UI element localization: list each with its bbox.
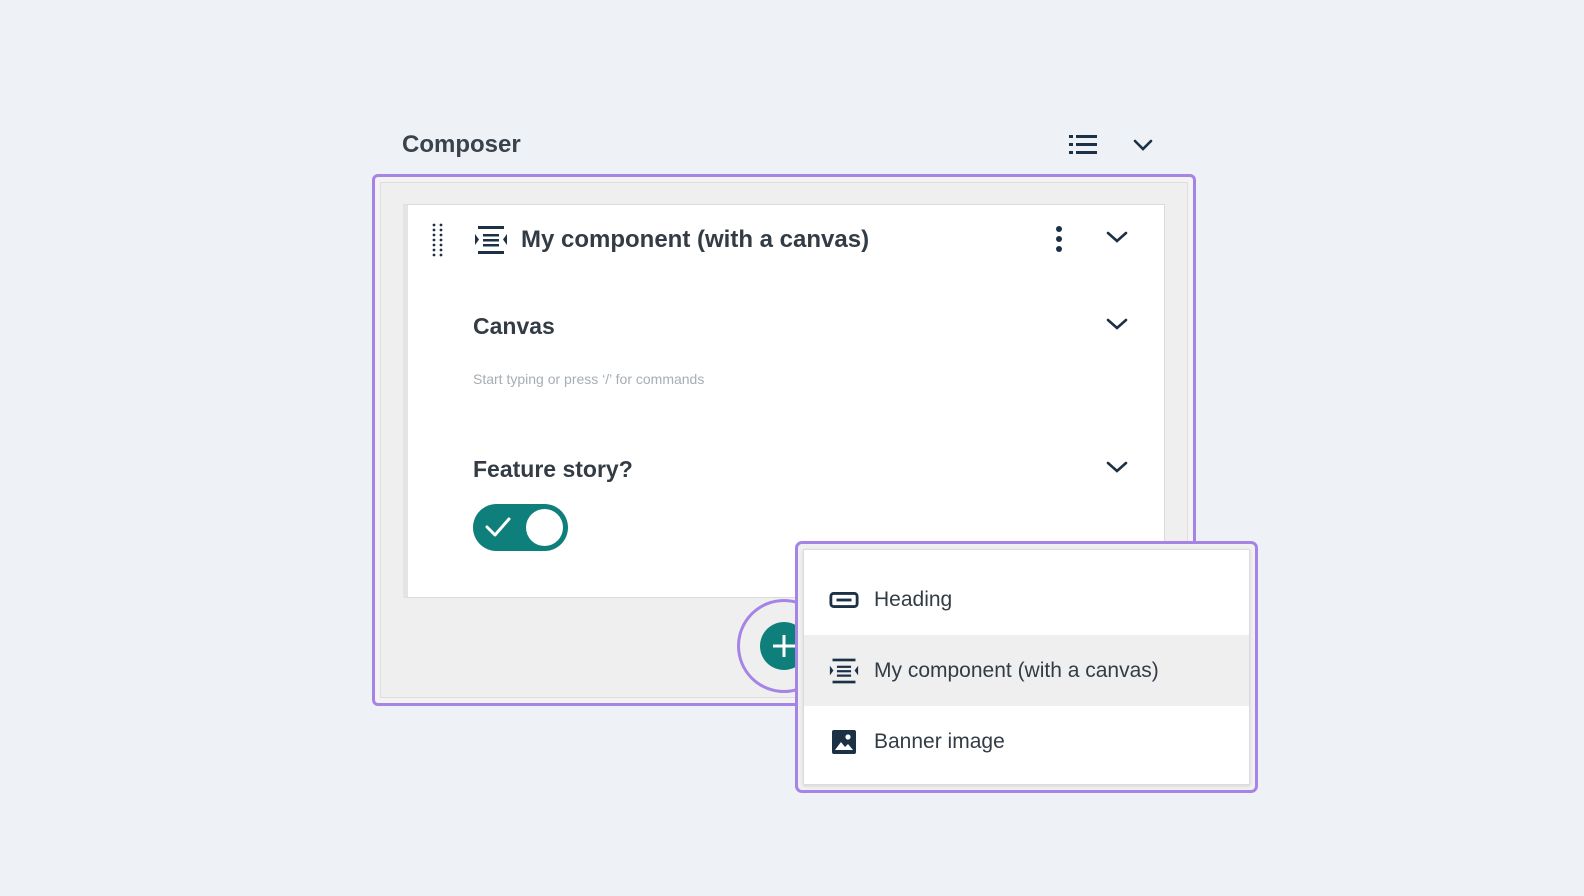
- menu-item-label: Banner image: [874, 729, 1005, 753]
- menu-item-banner-image[interactable]: Banner image: [804, 706, 1249, 777]
- canvas-editor-placeholder[interactable]: Start typing or press ‘/’ for commands: [473, 370, 704, 388]
- feature-story-title: Feature story?: [473, 456, 633, 482]
- component-title: My component (with a canvas): [521, 226, 870, 253]
- add-component-menu: Heading My component (with a canvas) Ban…: [795, 541, 1258, 793]
- feature-story-toggle[interactable]: [473, 504, 568, 551]
- plus-icon: [773, 635, 795, 657]
- menu-item-label: My component (with a canvas): [874, 658, 1159, 682]
- component-collapse-chevron-down-icon[interactable]: [1106, 230, 1132, 250]
- feature-collapse-chevron-down-icon[interactable]: [1106, 460, 1132, 480]
- drag-handle-icon[interactable]: [430, 222, 446, 258]
- check-icon: [485, 517, 511, 537]
- image-icon: [829, 729, 859, 755]
- canvas-collapse-chevron-down-icon[interactable]: [1106, 317, 1132, 337]
- header-collapse-chevron-down-icon[interactable]: [1130, 133, 1156, 157]
- list-icon[interactable]: [1066, 131, 1100, 159]
- more-vertical-icon[interactable]: [1049, 224, 1069, 256]
- menu-item-my-component[interactable]: My component (with a canvas): [804, 635, 1249, 706]
- menu-item-label: Heading: [874, 587, 953, 611]
- component-canvas-icon: [829, 656, 859, 686]
- menu-list: Heading My component (with a canvas) Ban…: [803, 549, 1250, 785]
- heading-icon: [829, 591, 859, 609]
- component-canvas-icon: [474, 224, 508, 256]
- toggle-knob: [526, 509, 563, 546]
- menu-item-heading[interactable]: Heading: [804, 564, 1249, 635]
- composer-title: Composer: [402, 131, 521, 158]
- canvas-section-title: Canvas: [473, 313, 555, 339]
